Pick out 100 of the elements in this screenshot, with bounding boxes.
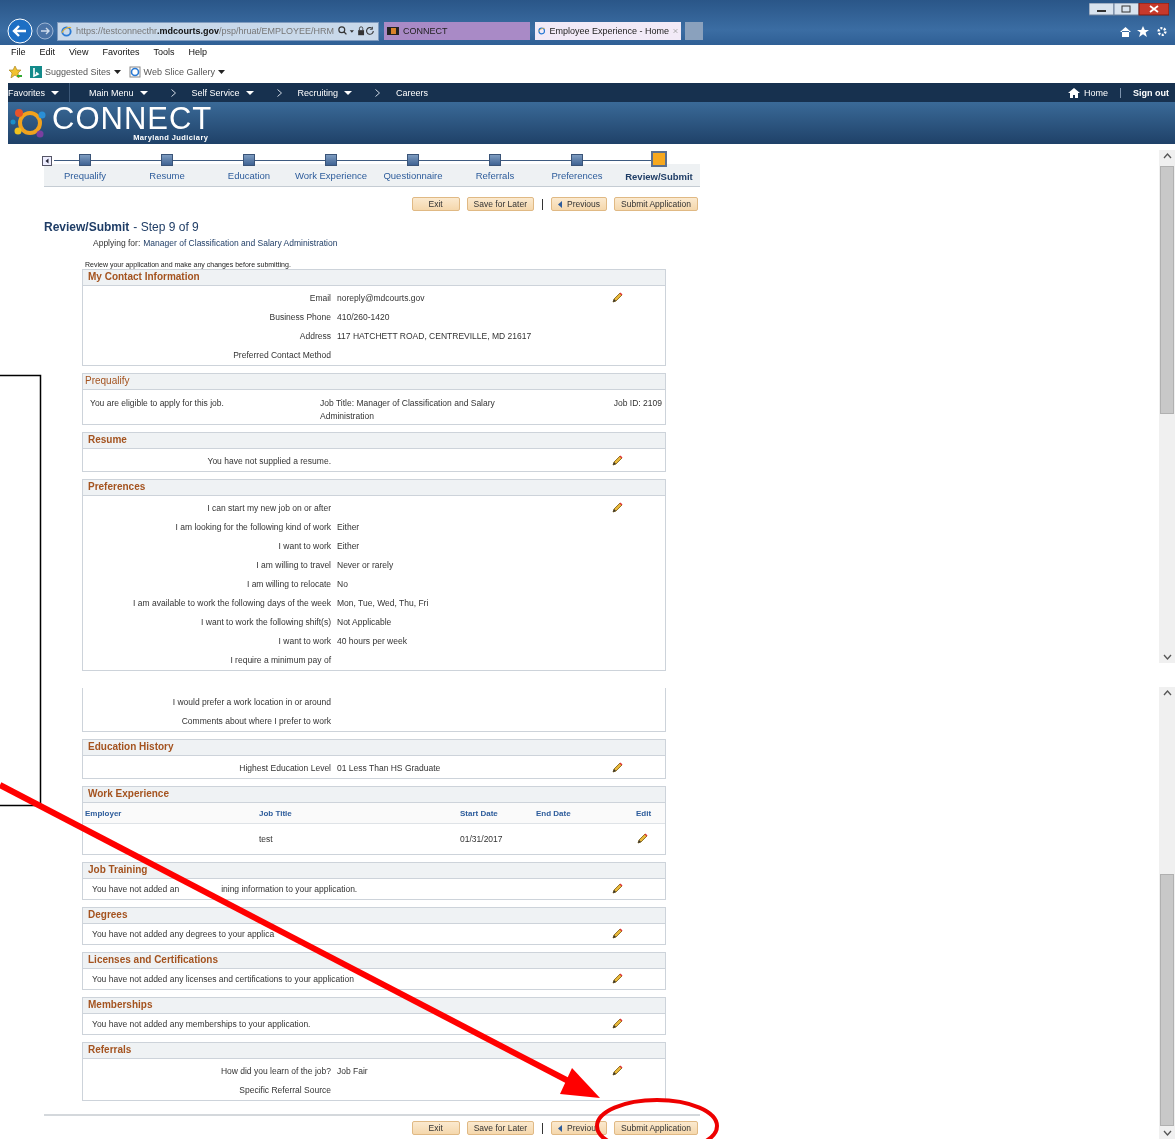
edit-pencil-icon[interactable] <box>636 833 648 845</box>
edit-pencil-icon[interactable] <box>611 501 623 514</box>
nav-menu-item[interactable]: Recruiting <box>262 87 362 98</box>
scrollbar[interactable] <box>1159 150 1175 663</box>
address-tools-icon[interactable] <box>338 25 375 37</box>
step-link[interactable]: Review/Submit <box>625 171 693 182</box>
step-marker[interactable] <box>571 154 583 166</box>
nav-menu-item[interactable]: Main Menu <box>80 87 157 98</box>
edit-pencil-icon[interactable] <box>611 1064 623 1077</box>
nav-menu-item[interactable]: Favorites <box>8 87 68 98</box>
table-cell-text: test <box>259 834 274 844</box>
field-value: No <box>336 578 349 589</box>
step-link[interactable]: Prequalify <box>63 170 107 181</box>
section-header: Memberships <box>83 998 665 1014</box>
field-label: I would prefer a work location in or around <box>171 696 331 707</box>
nav-menu-item[interactable]: Careers <box>361 87 438 98</box>
scroll-up-icon[interactable] <box>1162 690 1172 696</box>
message-text: You have not added any degrees to your applica <box>92 929 275 939</box>
window-controls[interactable] <box>1089 3 1169 16</box>
step-link[interactable]: Resume <box>149 170 185 181</box>
field-value: 117 HATCHETT ROAD, CENTREVILLE, MD 21617 <box>336 330 533 341</box>
favorites-star-icon[interactable] <box>8 66 22 78</box>
previous-button[interactable]: Previous <box>551 197 608 211</box>
nav-menu-item[interactable]: Self Service <box>156 87 263 98</box>
step-marker[interactable] <box>325 154 337 166</box>
back-arrow-icon <box>558 200 562 208</box>
menu-item[interactable]: Favorites <box>102 47 140 62</box>
edit-pencil-icon[interactable] <box>611 454 623 467</box>
edit-pencil-icon[interactable] <box>611 973 623 985</box>
field-label: I am looking for the following kind of work <box>174 521 331 532</box>
sign-out-link[interactable]: Sign out <box>1120 87 1175 98</box>
caret-icon <box>113 70 121 74</box>
edit-pencil-icon[interactable] <box>611 291 623 304</box>
address-field[interactable]: https://testconnecthr.mdcourts.gov/psp/hruat/EMPLOYEE/HRM <box>57 21 379 41</box>
browser-tools-icon[interactable] <box>1119 24 1169 38</box>
field-value: Not Applicable <box>336 616 393 627</box>
page-button[interactable]: Exit <box>411 1121 460 1135</box>
field-value: Mon, Tue, Wed, Thu, Fri <box>336 597 430 608</box>
logo-text: CONNECT <box>52 104 213 134</box>
previous-button[interactable]: Previou <box>551 1121 608 1135</box>
step-link[interactable]: Questionnaire <box>383 170 443 181</box>
step-marker[interactable] <box>243 154 255 166</box>
section-header: Licenses and Certifications <box>83 953 665 969</box>
step-link[interactable]: Work Experience <box>294 170 368 181</box>
scroll-down-icon[interactable] <box>1162 1130 1172 1136</box>
scroll-left-icon[interactable] <box>42 156 52 166</box>
menu-item[interactable]: Tools <box>153 47 175 62</box>
column-header: Job Title <box>259 808 293 818</box>
browser-page-icon <box>538 25 546 37</box>
tab-title: CONNECT <box>403 26 449 36</box>
back-icon[interactable] <box>7 18 33 44</box>
chevron-icon <box>375 88 381 97</box>
field-label: You have not supplied a resume. <box>206 455 331 466</box>
favorites-link[interactable]: Suggested Sites <box>30 66 121 78</box>
page-button[interactable]: Exit <box>411 197 460 211</box>
step-marker[interactable] <box>79 154 91 166</box>
message-text: You have not added an <box>92 884 180 894</box>
scroll-down-icon[interactable] <box>1162 654 1172 660</box>
job-title: Manager of Classification and Salary Administration <box>143 238 338 248</box>
section-header: Prequalify <box>83 374 665 390</box>
field-label: I require a minimum pay of <box>229 654 331 665</box>
field-value: Either <box>336 521 361 532</box>
page-button[interactable]: Save for Later <box>466 197 534 211</box>
edit-pencil-icon[interactable] <box>611 883 623 895</box>
menu-item[interactable]: Edit <box>39 47 56 62</box>
step-marker[interactable] <box>161 154 173 166</box>
field-label: Comments about where I prefer to work <box>180 715 331 726</box>
message-text: ining information to your application. <box>221 884 358 894</box>
step-link[interactable]: Education <box>227 170 271 181</box>
step-marker[interactable] <box>489 154 501 166</box>
edit-pencil-icon[interactable] <box>611 761 623 774</box>
caret-icon <box>245 90 254 95</box>
menu-item[interactable]: File <box>11 47 26 62</box>
field-label: Highest Education Level <box>238 762 331 773</box>
page-button[interactable]: Submit Application <box>614 197 698 211</box>
scroll-up-icon[interactable] <box>1162 153 1172 159</box>
menu-item[interactable]: View <box>69 47 89 62</box>
scrollbar[interactable] <box>1159 687 1175 1139</box>
browser-tab[interactable]: CONNECT <box>384 22 530 40</box>
favorites-link[interactable]: Web Slice Gallery <box>128 66 225 78</box>
browser-page-icon <box>61 24 72 38</box>
step-link[interactable]: Preferences <box>551 170 603 181</box>
menu-item[interactable]: Help <box>188 47 207 62</box>
edit-pencil-icon[interactable] <box>611 1018 623 1030</box>
step-marker[interactable] <box>651 151 667 167</box>
column-header: Employer <box>85 808 123 818</box>
caret-icon <box>139 90 148 95</box>
home-link[interactable]: Home <box>1056 87 1120 98</box>
field-label: Specific Referral Source <box>238 1084 331 1095</box>
field-label: Email <box>308 292 331 303</box>
browser-tab[interactable]: Employee Experience - Home <box>535 22 681 40</box>
forward-icon[interactable] <box>36 22 54 40</box>
page-button[interactable]: Submit Application <box>614 1121 698 1135</box>
caret-icon <box>344 90 353 95</box>
edit-pencil-icon[interactable] <box>611 928 623 940</box>
column-header: Edit <box>635 808 653 818</box>
step-link[interactable]: Referrals <box>475 170 515 181</box>
field-value: Either <box>336 540 361 551</box>
step-marker[interactable] <box>407 154 419 166</box>
page-button[interactable]: Save for Later <box>466 1121 535 1135</box>
